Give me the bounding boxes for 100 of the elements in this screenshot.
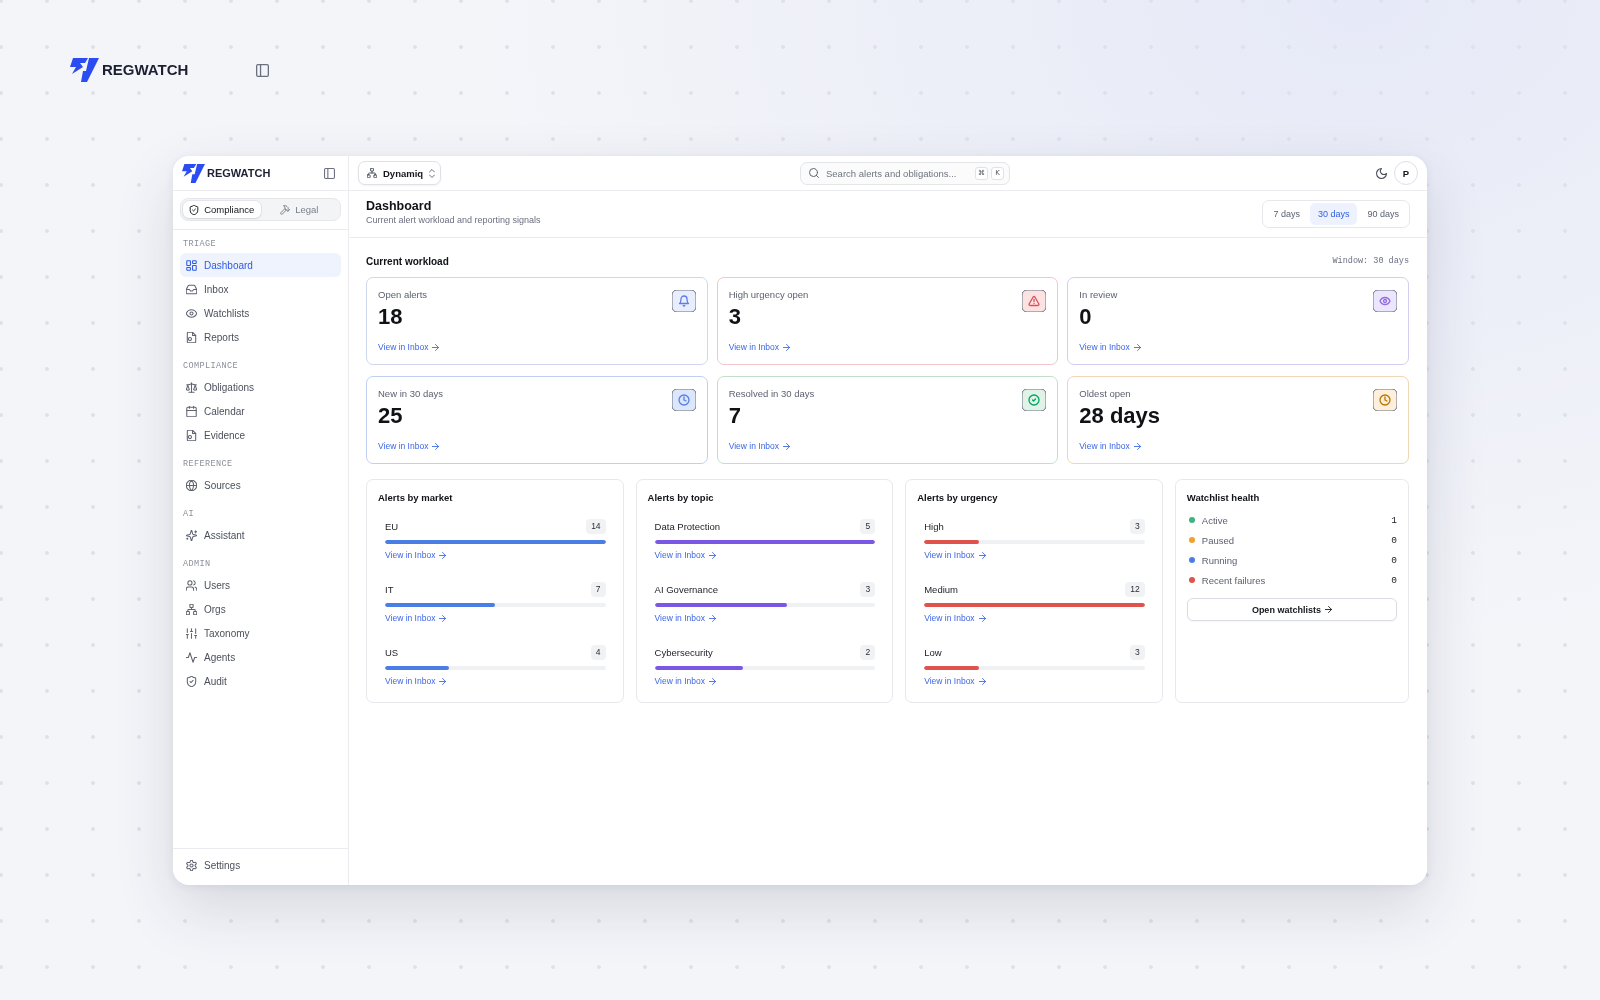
inbox-link[interactable]: View in Inbox	[385, 613, 447, 624]
settings-icon	[186, 859, 197, 871]
nav-item[interactable]: Reports	[180, 325, 341, 349]
nav-item[interactable]: Obligations	[180, 375, 341, 399]
brand-name: REGWATCH	[207, 166, 271, 180]
inbox-link[interactable]: View in Inbox	[654, 676, 716, 687]
stat-value: 7	[728, 404, 741, 428]
nav-item[interactable]: Audit	[180, 669, 341, 693]
stat-label: High urgency open	[728, 289, 809, 301]
nav-item[interactable]: Taxonomy	[180, 621, 341, 645]
count-badge: 4	[590, 645, 606, 660]
stat-label: Open alerts	[378, 289, 428, 301]
hammer-icon	[280, 204, 291, 215]
nav-item[interactable]: Users	[180, 573, 341, 597]
panel-title: Alerts by urgency	[917, 492, 999, 504]
mode-tab[interactable]: Legal	[260, 201, 338, 218]
arrow-right-icon	[1133, 443, 1141, 450]
arrow-right-icon	[978, 615, 986, 622]
shield-check-icon	[189, 204, 200, 215]
nav-item[interactable]: Dashboard	[180, 253, 341, 277]
range-tab[interactable]: 7 days	[1265, 203, 1308, 225]
stat-label: Resolved in 30 days	[728, 388, 815, 400]
range-tab[interactable]: 30 days	[1309, 203, 1358, 225]
inbox-link[interactable]: View in Inbox	[728, 342, 791, 353]
bar-label: Data Protection	[654, 521, 721, 532]
panel-title: Alerts by topic	[647, 492, 715, 504]
inbox-link[interactable]: View in Inbox	[924, 676, 986, 687]
arrow-right-icon	[439, 615, 447, 622]
page-title: Dashboard	[366, 198, 433, 214]
nav-item[interactable]: Watchlists	[180, 301, 341, 325]
status-label: Paused	[1201, 534, 1235, 546]
nav-item[interactable]: Sources	[180, 473, 341, 497]
nav-item[interactable]: Calendar	[180, 399, 341, 423]
bar-label: High	[924, 521, 944, 532]
sidebar-toggle-icon[interactable]	[256, 63, 270, 77]
search-icon	[809, 168, 819, 178]
inbox-link[interactable]: View in Inbox	[385, 676, 447, 687]
org-switcher[interactable]: Dynamiq	[358, 161, 441, 185]
stat-label: New in 30 days	[378, 388, 443, 400]
inbox-link[interactable]: View in Inbox	[924, 550, 986, 561]
inbox-link[interactable]: View in Inbox	[1079, 441, 1141, 452]
mode-tab[interactable]: Compliance	[183, 201, 261, 218]
panel-title: Alerts by market	[378, 492, 454, 504]
inbox-link[interactable]: View in Inbox	[654, 550, 716, 561]
inbox-link[interactable]: View in Inbox	[728, 441, 791, 452]
nav-item[interactable]: Assistant	[180, 523, 341, 547]
arrow-right-icon	[978, 552, 986, 559]
status-count: 0	[1391, 534, 1397, 546]
grid-icon	[186, 259, 197, 271]
shield-check-icon	[186, 675, 197, 687]
status-count: 0	[1391, 554, 1397, 566]
moon-icon[interactable]	[1376, 167, 1387, 179]
bar-label: AI Governance	[654, 584, 718, 595]
arrow-right-icon	[432, 443, 440, 450]
bar-label: Medium	[924, 584, 958, 595]
stat-value: 18	[378, 305, 403, 329]
arrow-right-icon	[439, 552, 447, 559]
nav-item[interactable]: Settings	[180, 853, 341, 877]
inbox-link[interactable]: View in Inbox	[378, 342, 440, 353]
inbox-link[interactable]: View in Inbox	[924, 613, 986, 624]
arrow-right-icon	[783, 344, 791, 351]
inbox-link[interactable]: View in Inbox	[378, 441, 440, 452]
bar-label: Low	[924, 647, 942, 658]
inbox-link[interactable]: View in Inbox	[385, 550, 447, 561]
chevrons-icon	[429, 168, 436, 178]
stat-value: 28 days	[1079, 404, 1161, 428]
nav-section-label: TRIAGE	[182, 238, 217, 250]
range-tab[interactable]: 90 days	[1359, 203, 1407, 225]
sidebar-toggle-icon[interactable]	[324, 167, 335, 179]
stat-label: Oldest open	[1079, 388, 1131, 400]
network-icon	[367, 168, 377, 178]
bar-label: EU	[385, 521, 399, 532]
count-badge: 12	[1125, 582, 1145, 597]
eye-icon	[186, 307, 197, 319]
nav-item[interactable]: Inbox	[180, 277, 341, 301]
stat-value: 0	[1079, 305, 1092, 329]
nav-item[interactable]: Agents	[180, 645, 341, 669]
sparkle-icon	[186, 529, 197, 541]
file-icon	[186, 331, 197, 343]
count-badge: 5	[860, 519, 876, 534]
count-badge: 3	[860, 582, 876, 597]
open-watchlists-button[interactable]: Open watchlists	[1186, 598, 1397, 621]
scale-icon	[186, 381, 197, 393]
bar-label: US	[385, 647, 399, 658]
inbox-link[interactable]: View in Inbox	[654, 613, 716, 624]
nav-section-label: ADMIN	[182, 558, 212, 570]
arrow-right-icon	[439, 678, 447, 685]
users-icon	[186, 579, 197, 591]
inbox-link[interactable]: View in Inbox	[1079, 342, 1141, 353]
sliders-icon	[186, 627, 197, 639]
nav-section-label: COMPLIANCE	[182, 360, 239, 372]
avatar-button[interactable]: P	[1394, 161, 1418, 185]
file-icon	[186, 429, 197, 441]
arrow-right-icon	[978, 678, 986, 685]
nav-item[interactable]: Orgs	[180, 597, 341, 621]
arrow-right-icon	[709, 615, 716, 622]
nav-item[interactable]: Evidence	[180, 423, 341, 447]
bar-label: Cybersecurity	[654, 647, 713, 658]
count-badge: 7	[590, 582, 606, 597]
page-subtitle: Current alert workload and reporting signals	[366, 214, 541, 226]
